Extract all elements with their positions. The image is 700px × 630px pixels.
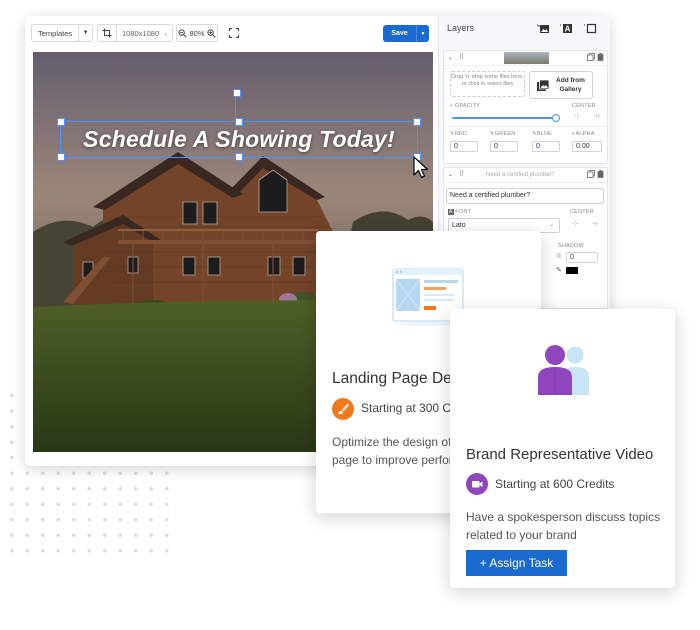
chevron-down-icon: ⌄	[548, 222, 554, 228]
resize-handle[interactable]	[57, 118, 65, 126]
font-label: FONT	[455, 209, 472, 215]
layer-header-text: Need a certified plumber?	[486, 172, 555, 178]
opacity-label: ◐ OPACITY	[450, 103, 481, 109]
blue-input[interactable]: 0	[532, 141, 560, 152]
chevron-down-icon[interactable]: ▼	[417, 31, 429, 37]
align-vertical-center-icon[interactable]: ⊹	[574, 111, 581, 120]
dropzone-text: Drag 'n' drop some files here, or click …	[451, 74, 524, 87]
chevron-down-icon[interactable]: ⌄	[448, 54, 453, 61]
alpha-input[interactable]: 0.00	[572, 141, 602, 152]
font-icon: A	[448, 209, 454, 215]
center-label: CENTER	[570, 209, 594, 215]
chevron-down-icon: ▼	[82, 30, 89, 36]
blue-label: BLUE	[536, 131, 552, 137]
brand-representative-video-card[interactable]: Brand Representative Video Starting at 6…	[450, 309, 675, 588]
green-input[interactable]: 0	[490, 141, 518, 152]
center-label: CENTER	[572, 103, 596, 109]
paintbrush-icon	[332, 398, 354, 420]
trash-icon[interactable]	[597, 53, 604, 61]
layer-header[interactable]: ⌄ ⠿	[444, 51, 607, 66]
credits-text: Starting at 300 Cr	[361, 401, 456, 415]
eyedropper-icon[interactable]: ✎	[556, 266, 562, 274]
video-camera-icon	[466, 473, 488, 495]
zoom-control[interactable]: 80%	[176, 24, 218, 42]
shadow-input[interactable]: 0	[566, 252, 598, 263]
opacity-icon: ◐	[450, 103, 454, 109]
templates-dropdown[interactable]: Templates ▼	[31, 24, 93, 42]
align-horizontal-center-icon[interactable]: ⟛	[594, 111, 601, 121]
file-dropzone[interactable]: Drag 'n' drop some files here, or click …	[450, 71, 525, 97]
card-description: Have a spokesperson discuss topics relat…	[466, 510, 661, 542]
zoom-out-icon[interactable]	[178, 28, 187, 38]
assign-task-button[interactable]: + Assign Task	[466, 550, 567, 576]
font-value: Lato	[452, 222, 466, 229]
zoom-value: 80%	[189, 28, 205, 38]
canvas-headline[interactable]: Schedule A Showing Today!	[61, 122, 417, 157]
templates-label: Templates	[38, 28, 73, 38]
red-input[interactable]: 0	[450, 141, 478, 152]
gallery-label: Add from Gallery	[556, 77, 585, 93]
layers-title: Layers	[447, 23, 475, 33]
chevron-down-icon[interactable]: ⌄	[448, 171, 453, 178]
resize-handle[interactable]	[57, 153, 65, 161]
red-label: RED	[454, 131, 468, 137]
add-image-layer-icon[interactable]	[537, 23, 550, 34]
resize-handle[interactable]	[235, 153, 243, 161]
align-vertical-center-icon[interactable]: ⊹	[572, 219, 579, 228]
card-title: Brand Representative Video	[466, 446, 654, 463]
green-label: GREEN	[494, 131, 516, 137]
svg-text:A: A	[565, 25, 571, 34]
fullscreen-icon[interactable]	[229, 28, 239, 38]
resize-handle[interactable]	[235, 118, 243, 126]
crop-icon	[98, 28, 116, 38]
layer-text-input[interactable]: Need a certified plumber?	[446, 188, 604, 204]
rotate-line	[235, 94, 236, 118]
save-button[interactable]: Save ▼	[383, 25, 429, 42]
card-title: Landing Page Des	[332, 370, 460, 387]
alpha-label: ALPHA	[575, 131, 595, 137]
align-horizontal-center-icon[interactable]: ⟛	[592, 219, 599, 229]
duplicate-icon[interactable]	[587, 53, 595, 61]
mouse-cursor-icon	[413, 156, 429, 179]
add-from-gallery-button[interactable]: Add from Gallery	[529, 71, 593, 99]
add-shape-layer-icon[interactable]	[584, 23, 597, 34]
add-text-layer-icon[interactable]: A	[560, 23, 573, 34]
drag-handle-icon[interactable]: ⠿	[459, 53, 464, 61]
gallery-icon	[537, 79, 549, 91]
shadow-color-swatch[interactable]	[566, 267, 578, 274]
spokesperson-illustration	[538, 345, 589, 395]
resize-handle[interactable]	[413, 118, 421, 126]
zoom-in-icon[interactable]	[207, 28, 216, 38]
opacity-slider[interactable]	[452, 114, 560, 122]
blur-icon: ◎	[556, 253, 562, 259]
rotate-handle[interactable]	[233, 89, 241, 97]
opacity-slider-thumb[interactable]	[552, 114, 560, 122]
image-layer-section: ⌄ ⠿ Drag 'n' drop some files here, or cl…	[443, 50, 608, 164]
credits-text: Starting at 600 Credits	[495, 477, 615, 491]
layer-thumbnail	[504, 52, 549, 64]
duplicate-icon[interactable]	[587, 170, 595, 178]
card-description: Optimize the design of page to improve p…	[332, 435, 453, 467]
shadow-label: SHADOW	[558, 243, 584, 249]
chevron-down-icon: ⌄	[163, 30, 169, 37]
drag-handle-icon[interactable]: ⠿	[459, 170, 464, 178]
save-label: Save	[391, 30, 408, 37]
canvas-size-value: 1080x1080	[122, 28, 160, 38]
canvas-size-select[interactable]: 1080x1080 ⌄	[97, 24, 173, 42]
layer-header[interactable]: ⌄ ⠿ Need a certified plumber?	[444, 168, 607, 183]
trash-icon[interactable]	[597, 170, 604, 178]
text-layer-selection[interactable]: Schedule A Showing Today!	[57, 89, 421, 161]
